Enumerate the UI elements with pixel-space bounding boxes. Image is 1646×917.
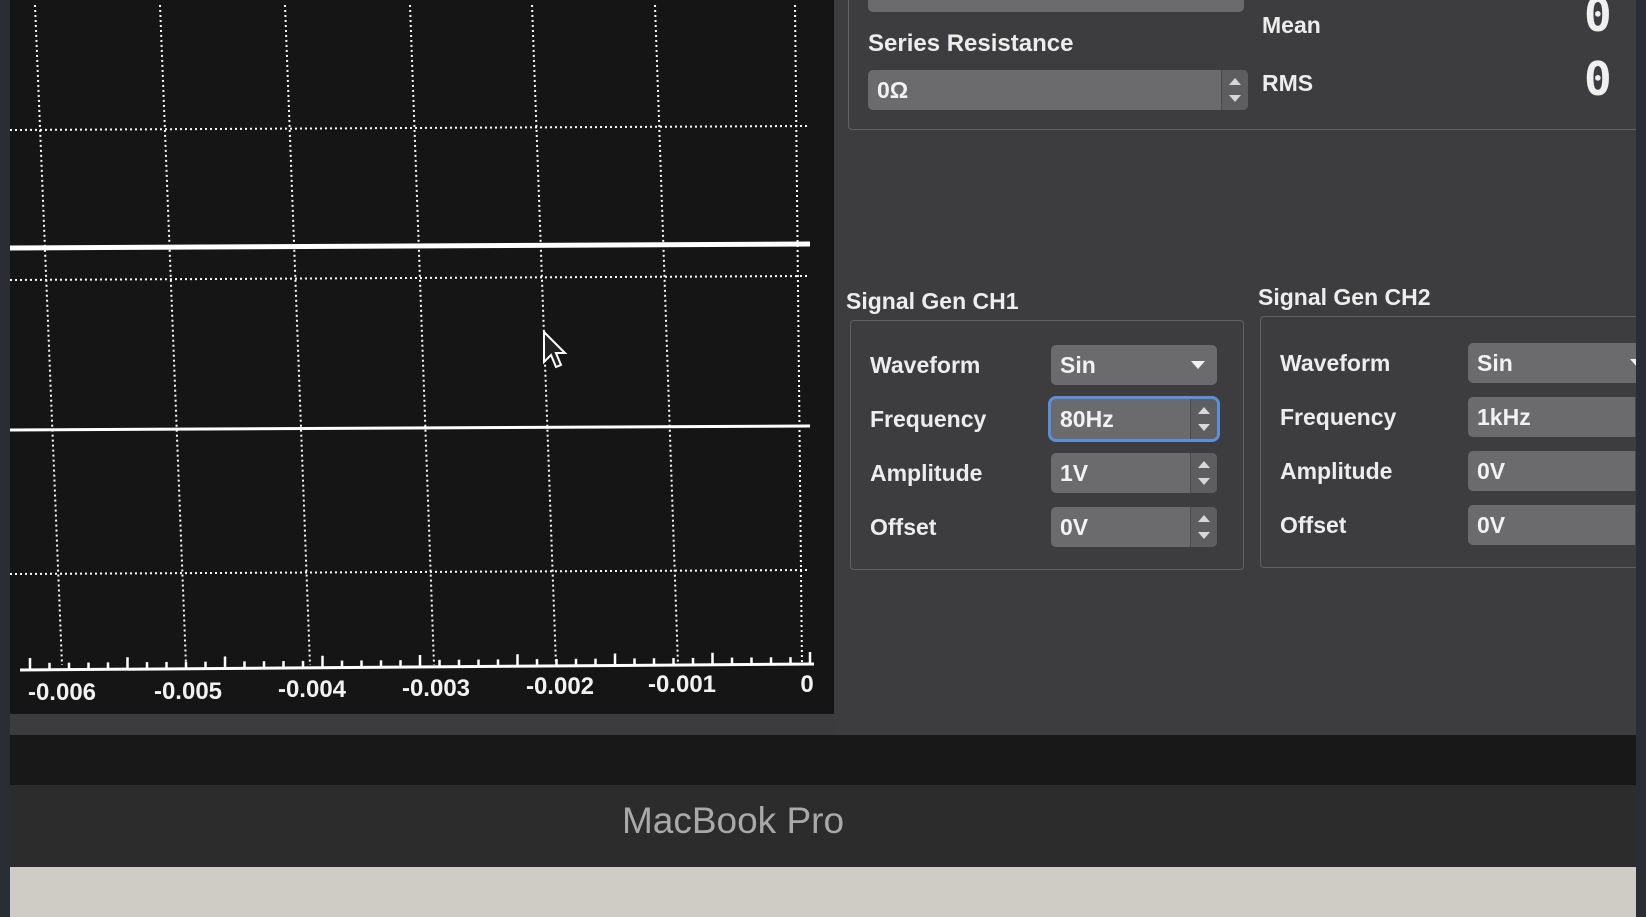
ch2-offset-value: 0V: [1477, 512, 1506, 538]
stepper-down-icon[interactable]: [1229, 95, 1241, 102]
series-resistance-field[interactable]: 0Ω: [868, 70, 1248, 110]
x-axis-tick-labels: -0.006 -0.005 -0.004 -0.003 -0.002 -0.001 0: [28, 671, 814, 706]
series-resistance-stepper[interactable]: [1221, 70, 1248, 110]
ch2-frequency-field[interactable]: 1kHz: [1468, 397, 1636, 437]
ch2-waveform-select[interactable]: Sin: [1468, 343, 1636, 383]
ch2-amplitude-value: 0V: [1477, 458, 1506, 484]
ch2-title: Signal Gen CH2: [1258, 284, 1431, 310]
ch1-frequency-value: 80Hz: [1060, 406, 1114, 432]
ch2-amplitude-stepper[interactable]: [1635, 451, 1636, 491]
gridline-vertical: [34, 4, 63, 666]
gridline-vertical: [654, 4, 679, 666]
series-resistance-value: 0Ω: [877, 77, 909, 103]
series-resistance-label: Series Resistance: [868, 30, 1074, 57]
gridline-vertical: [284, 4, 311, 666]
x-axis-line: [19, 662, 815, 672]
x-tick-label: -0.005: [154, 678, 222, 705]
mouse-pointer-icon: [543, 330, 568, 369]
stepper-up-icon[interactable]: [1198, 461, 1210, 468]
gridline-horizontal: [10, 569, 811, 575]
trace-ch1: [10, 241, 811, 251]
chevron-down-icon: [1191, 361, 1205, 369]
ch1-waveform-select[interactable]: Sin: [1051, 345, 1217, 385]
ch1-amplitude-value: 1V: [1060, 460, 1089, 486]
x-tick-label: 0: [800, 671, 813, 698]
ch2-frequency-stepper[interactable]: [1635, 397, 1636, 437]
stepper-down-icon[interactable]: [1198, 424, 1210, 431]
ch2-amplitude-label: Amplitude: [1280, 458, 1393, 484]
vertical-gridlines: [34, 4, 803, 666]
ch1-amplitude-field[interactable]: 1V: [1051, 453, 1217, 493]
x-tick-label: -0.002: [526, 673, 594, 700]
ch1-amplitude-stepper[interactable]: [1190, 453, 1217, 493]
ch2-waveform-value: Sin: [1477, 350, 1513, 376]
screen-bezel: [10, 735, 1636, 785]
mean-label: Mean: [1262, 12, 1321, 38]
gridline-vertical: [159, 4, 187, 666]
gridline-horizontal: [10, 125, 811, 131]
x-tick-label: -0.001: [648, 671, 716, 698]
horizontal-gridlines: [10, 125, 811, 575]
ch2-offset-stepper[interactable]: [1635, 505, 1636, 545]
series-resistance-group: [848, 0, 1636, 130]
ch2-waveform-label: Waveform: [1280, 350, 1391, 376]
rms-value-display: 0: [1584, 52, 1612, 106]
ch1-frequency-field[interactable]: 80Hz: [1051, 399, 1217, 439]
trace-ch2: [10, 424, 811, 432]
control-panel: Series Resistance 0Ω Mean 0 RMS 0 Signal…: [834, 0, 1636, 735]
ch2-offset-field[interactable]: 0V: [1468, 505, 1636, 545]
gridline-vertical: [794, 4, 803, 666]
ch2-amplitude-field[interactable]: 0V: [1468, 451, 1636, 491]
ch1-offset-label: Offset: [870, 514, 937, 540]
gridline-vertical: [409, 4, 435, 666]
ch1-waveform-label: Waveform: [870, 352, 981, 378]
stepper-down-icon[interactable]: [1198, 478, 1210, 485]
ch2-frequency-label: Frequency: [1280, 404, 1397, 430]
plot-canvas: -0.006 -0.005 -0.004 -0.003 -0.002 -0.001 0: [10, 4, 815, 706]
stepper-up-icon[interactable]: [1229, 78, 1241, 85]
ch1-frequency-label: Frequency: [870, 406, 987, 432]
chevron-down-icon: [1630, 359, 1636, 367]
gridline-horizontal: [10, 275, 811, 281]
rms-label: RMS: [1262, 70, 1314, 96]
screen: -0.006 -0.005 -0.004 -0.003 -0.002 -0.001 0 Se…: [10, 0, 1636, 735]
ch1-waveform-value: Sin: [1060, 352, 1096, 378]
stepper-up-icon[interactable]: [1198, 407, 1210, 414]
ch2-frequency-value: 1kHz: [1477, 404, 1531, 430]
oscilloscope-plot[interactable]: -0.006 -0.005 -0.004 -0.003 -0.002 -0.001 0: [10, 0, 834, 714]
ch1-offset-field[interactable]: 0V: [1051, 507, 1217, 547]
x-tick-label: -0.004: [278, 676, 347, 703]
laptop-deck: [10, 867, 1636, 917]
ch1-offset-value: 0V: [1060, 514, 1089, 540]
ch1-title: Signal Gen CH1: [846, 288, 1019, 314]
ch2-offset-label: Offset: [1280, 512, 1347, 538]
x-tick-label: -0.003: [402, 675, 470, 702]
ch1-offset-stepper[interactable]: [1190, 507, 1217, 547]
stepper-down-icon[interactable]: [1198, 532, 1210, 539]
stepper-up-icon[interactable]: [1198, 515, 1210, 522]
clipped-field[interactable]: [868, 0, 1244, 12]
ch1-amplitude-label: Amplitude: [870, 460, 983, 486]
macbook-pro-logo: MacBook Pro: [621, 800, 845, 841]
mean-value-display: 0: [1584, 0, 1612, 42]
x-tick-label: -0.006: [28, 679, 96, 706]
ch1-frequency-stepper[interactable]: [1190, 399, 1217, 439]
